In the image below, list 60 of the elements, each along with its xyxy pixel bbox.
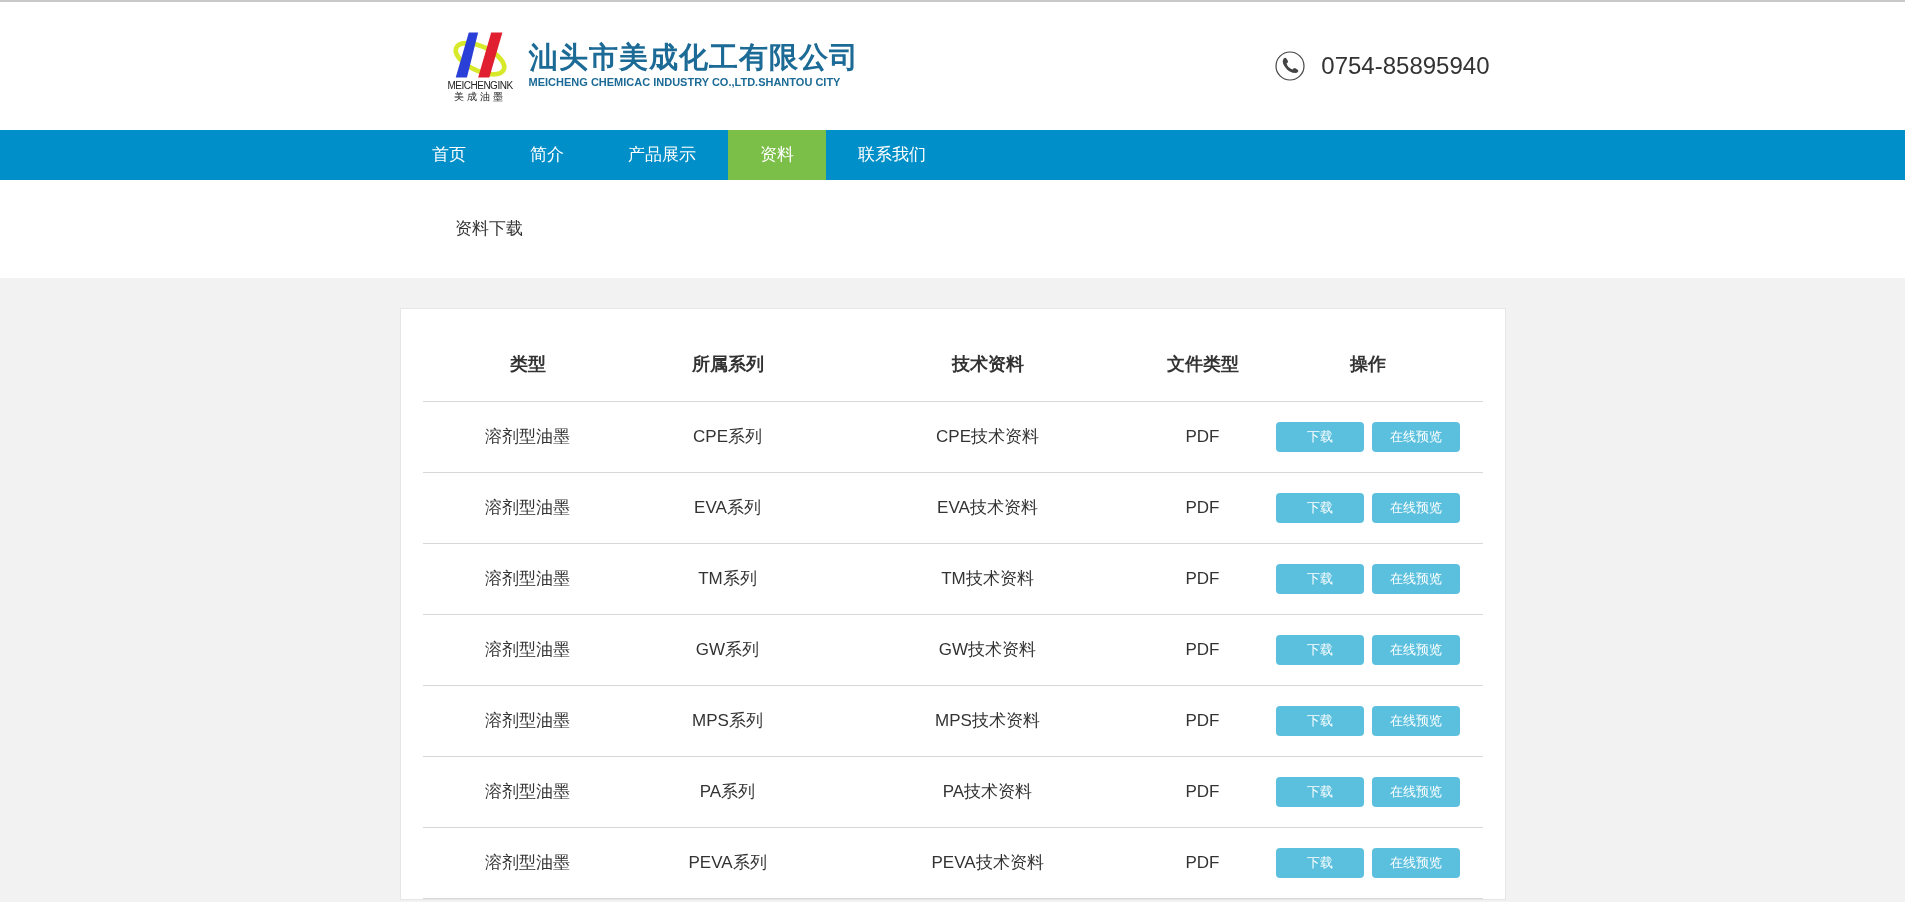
logo-drawing (452, 30, 509, 80)
table-cell: CPE技术资料 (822, 401, 1153, 472)
nav-link[interactable]: 联系我们 (825, 130, 958, 180)
table-cell: PDF (1152, 827, 1253, 898)
phone-icon (1275, 51, 1306, 81)
preview-button[interactable]: 在线预览 (1371, 563, 1460, 594)
table-cell: PEVA系列 (632, 827, 823, 898)
download-button[interactable]: 下载 (1275, 563, 1364, 594)
company-name: 汕头市美成化工有限公司 (528, 41, 859, 74)
preview-button[interactable]: 在线预览 (1371, 776, 1460, 807)
table-cell: MPS技术资料 (822, 685, 1153, 756)
table-cell: EVA系列 (632, 472, 823, 543)
table-cell: PDF (1152, 401, 1253, 472)
table-cell: 溶剂型油墨 (422, 685, 633, 756)
table-cell: 溶剂型油墨 (422, 472, 633, 543)
table-cell: 溶剂型油墨 (422, 401, 633, 472)
table-cell: 溶剂型油墨 (422, 827, 633, 898)
table-cell: CPE系列 (632, 401, 823, 472)
column-header: 文件类型 (1152, 329, 1253, 401)
preview-button[interactable]: 在线预览 (1371, 705, 1460, 736)
logo-subcaption: 美成油墨 (454, 91, 507, 102)
download-button[interactable]: 下载 (1275, 705, 1364, 736)
table-cell: PA技术资料 (822, 756, 1153, 827)
table-cell: EVA技术资料 (822, 472, 1153, 543)
table-cell: PDF (1152, 614, 1253, 685)
download-button[interactable]: 下载 (1275, 634, 1364, 665)
table-cell: MPS系列 (632, 685, 823, 756)
download-button[interactable]: 下载 (1275, 847, 1364, 878)
company-english-name: MEICHENG CHEMICAC INDUSTRY CO.,LTD.SHANTOU CITY (528, 74, 842, 90)
logo-caption: MEICHENGINK (447, 80, 513, 91)
nav-link[interactable]: 资料 (727, 130, 826, 180)
download-button[interactable]: 下载 (1275, 776, 1364, 807)
table-cell: PDF (1152, 472, 1253, 543)
page-heading: 资料下载 (453, 218, 524, 240)
table-cell: 溶剂型油墨 (422, 756, 633, 827)
table-cell: PDF (1152, 756, 1253, 827)
table-cell: GW系列 (632, 614, 823, 685)
table-cell: PDF (1152, 543, 1253, 614)
phone-number: 0754-85895940 (1321, 51, 1490, 81)
table-cell: TM系列 (632, 543, 823, 614)
table-cell: GW技术资料 (822, 614, 1153, 685)
table-cell: TM技术资料 (822, 543, 1153, 614)
table-cell: PEVA技术资料 (822, 827, 1153, 898)
table-cell: PDF (1152, 685, 1253, 756)
download-button[interactable]: 下载 (1275, 421, 1364, 452)
table-cell: 溶剂型油墨 (422, 614, 633, 685)
table-cell: 溶剂型油墨 (422, 543, 633, 614)
nav-link[interactable]: 首页 (399, 130, 498, 180)
nav-link[interactable]: 产品展示 (595, 130, 728, 180)
table-cell: PA系列 (632, 756, 823, 827)
download-button[interactable]: 下载 (1275, 492, 1364, 523)
preview-button[interactable]: 在线预览 (1371, 847, 1460, 878)
column-header: 操作 (1252, 329, 1483, 401)
preview-button[interactable]: 在线预览 (1371, 421, 1460, 452)
nav-link[interactable]: 简介 (497, 130, 596, 180)
preview-button[interactable]: 在线预览 (1371, 634, 1460, 665)
column-header: 类型 (422, 329, 633, 401)
preview-button[interactable]: 在线预览 (1371, 492, 1460, 523)
column-header: 技术资料 (822, 329, 1153, 401)
column-header: 所属系列 (632, 329, 823, 401)
